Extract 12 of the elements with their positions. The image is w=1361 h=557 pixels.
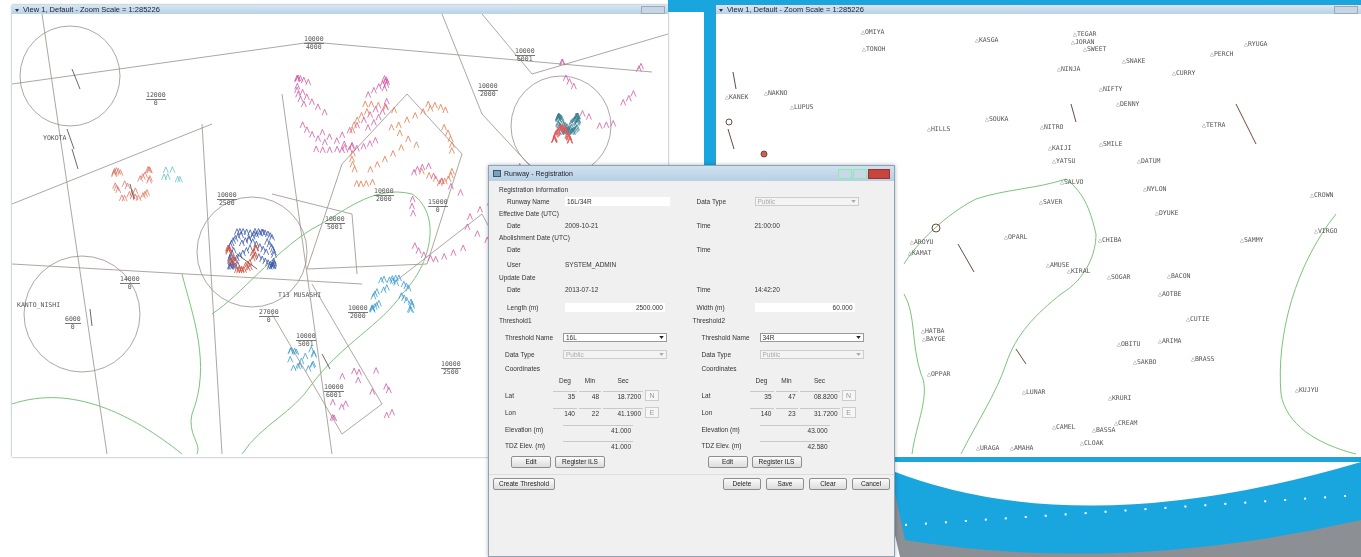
- window-controls[interactable]: [1334, 5, 1358, 14]
- minimize-button[interactable]: [838, 168, 852, 179]
- window-menu-icon[interactable]: [15, 7, 19, 12]
- app-icon: [493, 170, 501, 177]
- close-button[interactable]: [868, 168, 890, 179]
- dropdown-caret-icon: [855, 353, 861, 356]
- dropdown-caret-icon: [855, 336, 861, 339]
- window-menu-icon[interactable]: [719, 7, 723, 12]
- dropdown-caret-icon: [659, 353, 664, 356]
- dropdown-caret-icon: [659, 336, 664, 339]
- window-controls[interactable]: [641, 5, 665, 14]
- maximize-button[interactable]: [853, 168, 867, 179]
